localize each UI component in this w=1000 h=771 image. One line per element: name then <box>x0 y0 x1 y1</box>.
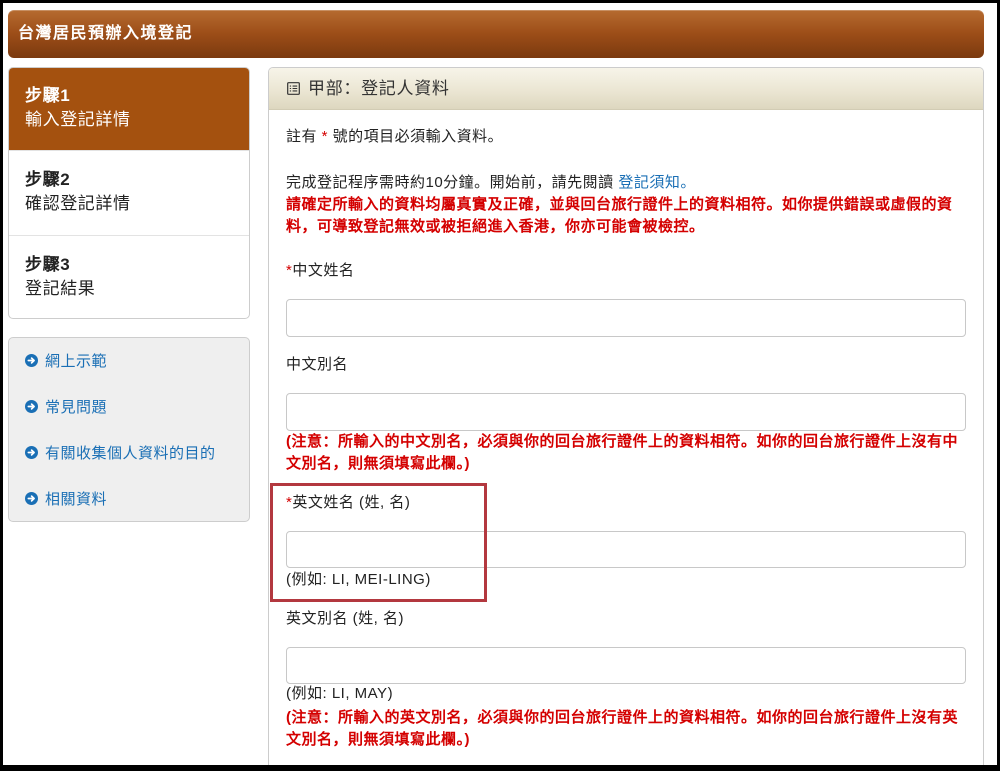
step-number: 步驟1 <box>25 86 71 105</box>
english-name-input[interactable] <box>286 531 966 568</box>
english-alias-hint: (例如: LI, MAY) <box>286 685 394 702</box>
intro-sentence: 完成登記程序需時約10分鐘。開始前，請先閱讀 <box>286 174 619 191</box>
link-label: 相關資料 <box>45 490 108 508</box>
link-personal-data-purpose[interactable]: 有關收集個人資料的目的 <box>9 429 249 475</box>
chinese-alias-note: (注意：所輸入的中文別名，必須與你的回台旅行證件上的資料相符。如你的回台旅行證件… <box>286 433 958 472</box>
required-note-text: 號的項目必須輸入資料。 <box>328 128 504 145</box>
step-number: 步驟3 <box>25 255 71 274</box>
help-links-list: 網上示範 常見問題 有關收集個人資料的目的 相關資料 <box>9 337 249 521</box>
link-related-info[interactable]: 相關資料 <box>9 475 249 521</box>
english-name-hint: (例如: LI, MEI-LING) <box>286 571 431 588</box>
step-label: 確認登記詳情 <box>25 194 131 213</box>
required-note: 註有 * 號的項目必須輸入資料。 <box>286 126 503 148</box>
link-label: 網上示範 <box>45 352 108 370</box>
field-label-text: 英文姓名 (姓, 名) <box>292 494 411 511</box>
field-label-text: 中文別名 <box>286 356 349 373</box>
help-links-panel: 網上示範 常見問題 有關收集個人資料的目的 相關資料 <box>8 337 250 522</box>
english-name-label: *英文姓名 (姓, 名) <box>286 492 410 514</box>
page-header: 台灣居民預辦入境登記 <box>8 10 984 58</box>
link-faq[interactable]: 常見問題 <box>9 383 249 429</box>
section-title: 甲部：登記人資料 <box>308 79 450 98</box>
arrow-circle-right-icon <box>25 445 38 459</box>
step-number: 步驟2 <box>25 170 71 189</box>
english-alias-input[interactable] <box>286 647 966 684</box>
english-alias-note: (注意：所輸入的英文別名，必須與你的回台旅行證件上的資料相符。如你的回台旅行證件… <box>286 709 958 748</box>
intro-text: 完成登記程序需時約10分鐘。開始前，請先閱讀 登記須知。 <box>286 172 696 194</box>
arrow-circle-right-icon <box>25 353 38 367</box>
step-3: 步驟3 登記結果 <box>9 235 249 318</box>
field-label-text: 英文別名 (姓, 名) <box>286 610 404 627</box>
required-note-text: 註有 <box>286 128 322 145</box>
step-label: 登記結果 <box>25 279 96 298</box>
page-title: 台灣居民預辦入境登記 <box>18 25 194 42</box>
step-2: 步驟2 確認登記詳情 <box>9 150 249 235</box>
chinese-alias-input[interactable] <box>286 393 966 431</box>
link-label: 有關收集個人資料的目的 <box>45 444 216 462</box>
intro-end: 。 <box>680 174 696 191</box>
link-online-demo[interactable]: 網上示範 <box>9 337 249 383</box>
form-list-icon <box>287 82 300 95</box>
page-frame: 台灣居民預辦入境登記 步驟1 輸入登記詳情 步驟2 確認登記詳情 步驟3 登記結… <box>3 3 997 765</box>
step-1: 步驟1 輸入登記詳情 <box>9 68 249 150</box>
chinese-name-label: *中文姓名 <box>286 260 354 282</box>
accuracy-warning: 請確定所輸入的資料均屬真實及正確，並與回台旅行證件上的資料相符。如你提供錯誤或虛… <box>286 196 953 235</box>
form-section: 甲部：登記人資料 註有 * 號的項目必須輸入資料。 完成登記程序需時約10分鐘。… <box>268 67 984 765</box>
arrow-circle-right-icon <box>25 399 38 413</box>
section-header: 甲部：登記人資料 <box>269 68 983 110</box>
form-content: 註有 * 號的項目必須輸入資料。 完成登記程序需時約10分鐘。開始前，請先閱讀 … <box>269 110 983 765</box>
english-alias-label: 英文別名 (姓, 名) <box>286 608 404 630</box>
step-label: 輸入登記詳情 <box>25 110 131 129</box>
registration-notes-link[interactable]: 登記須知 <box>618 174 680 191</box>
field-label-text: 中文姓名 <box>292 262 355 279</box>
chinese-alias-label: 中文別名 <box>286 354 348 376</box>
link-label: 常見問題 <box>45 398 108 416</box>
step-progress: 步驟1 輸入登記詳情 步驟2 確認登記詳情 步驟3 登記結果 <box>8 67 250 319</box>
arrow-circle-right-icon <box>25 491 38 505</box>
chinese-name-input[interactable] <box>286 299 966 337</box>
